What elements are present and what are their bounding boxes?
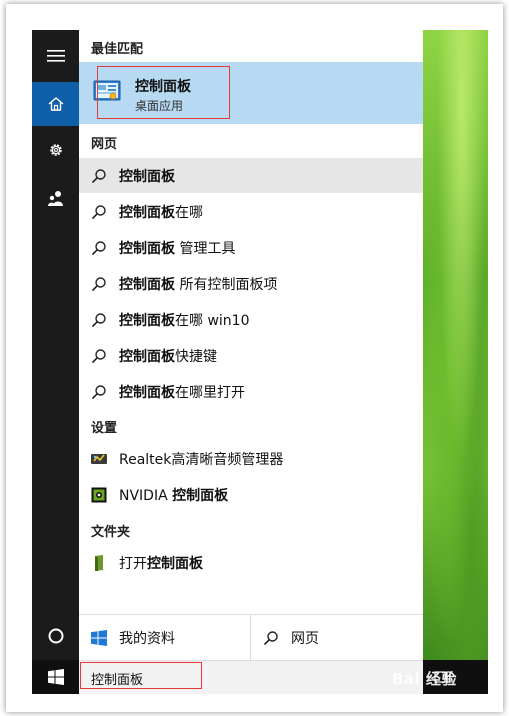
web-suggestion-item[interactable]: 控制面板在哪 — [79, 194, 423, 229]
cortana-circle-icon — [48, 628, 63, 644]
web-suggestion-bold: 控制面板 — [119, 204, 175, 221]
people-icon — [47, 191, 63, 206]
folder-icon — [95, 554, 103, 571]
search-icon — [91, 168, 106, 183]
web-suggestion-rest: 管理工具 — [175, 240, 236, 257]
baidu-jingyan-watermark: Bai 经验 — [392, 670, 457, 688]
web-suggestion-bold: 控制面板 — [119, 168, 175, 185]
best-match-heading: 最佳匹配 — [91, 42, 144, 57]
web-suggestion-rest: 在哪 win10 — [175, 312, 250, 329]
web-suggestion-item[interactable]: 控制面板 所有控制面板项 — [79, 266, 423, 301]
folder-item-bold: 控制面板 — [147, 555, 203, 572]
search-icon — [91, 312, 106, 327]
cortana-button[interactable] — [32, 614, 79, 658]
desktop-wallpaper — [423, 30, 488, 660]
folder-item-open-control-panel[interactable]: 打开控制面板 — [79, 545, 423, 580]
search-icon — [91, 348, 106, 363]
realtek-speaker-icon — [91, 453, 107, 464]
search-icon — [263, 631, 278, 646]
search-icon — [91, 384, 106, 399]
search-icon — [91, 276, 106, 291]
web-suggestion-bold: 控制面板 — [119, 240, 175, 257]
menu-button[interactable] — [32, 34, 79, 78]
web-suggestion-bold: 控制面板 — [119, 348, 175, 365]
web-suggestion-bold: 控制面板 — [119, 312, 175, 329]
settings-item-bold: 控制面板 — [172, 487, 229, 504]
search-icon — [91, 240, 106, 255]
home-icon — [48, 97, 63, 111]
annotation-highlight-best-match — [97, 66, 230, 119]
annotation-highlight-search-box — [80, 662, 202, 689]
web-scope-button[interactable]: 网页 — [251, 615, 423, 661]
settings-button[interactable] — [32, 128, 79, 172]
settings-heading: 设置 — [91, 421, 118, 436]
web-suggestion-item[interactable]: 控制面板 管理工具 — [79, 230, 423, 265]
gear-icon — [49, 144, 62, 156]
web-suggestion-rest: 在哪里打开 — [175, 384, 245, 401]
my-stuff-button[interactable]: 我的资料 — [79, 615, 250, 661]
start-button[interactable] — [32, 660, 79, 694]
hamburger-menu-icon — [46, 50, 65, 62]
start-left-rail — [32, 30, 79, 660]
nvidia-icon — [91, 487, 107, 502]
windows-logo-icon — [47, 669, 64, 685]
web-suggestion-bold: 控制面板 — [119, 276, 175, 293]
settings-item-prefix: NVIDIA — [119, 487, 173, 504]
web-suggestion-item[interactable]: 控制面板 — [79, 158, 423, 193]
web-suggestion-item[interactable]: 控制面板在哪里打开 — [79, 374, 423, 409]
folders-heading: 文件夹 — [91, 525, 131, 540]
web-scope-label: 网页 — [291, 631, 319, 647]
my-stuff-label: 我的资料 — [119, 631, 175, 647]
windows-logo-icon — [91, 630, 107, 646]
web-suggestion-bold: 控制面板 — [119, 384, 175, 401]
search-results-panel: 最佳匹配 控制面板 桌面应用 网页 控制面板 控制面板在哪 控制面板 管理工具 … — [79, 30, 423, 661]
web-suggestion-rest: 快捷键 — [175, 348, 217, 365]
home-button[interactable] — [32, 82, 79, 126]
search-scope-bar: 我的资料 网页 — [79, 614, 423, 661]
folder-item-prefix: 打开 — [119, 555, 147, 572]
settings-item-realtek[interactable]: Realtek高清晰音频管理器 — [79, 441, 423, 476]
screenshot-frame: 最佳匹配 控制面板 桌面应用 网页 控制面板 控制面板在哪 控制面板 管理工具 … — [6, 4, 503, 712]
settings-item-nvidia[interactable]: NVIDIA 控制面板 — [79, 477, 423, 512]
web-suggestion-rest: 所有控制面板项 — [175, 276, 278, 293]
web-heading: 网页 — [91, 137, 118, 152]
web-suggestion-item[interactable]: 控制面板快捷键 — [79, 338, 423, 373]
search-icon — [91, 204, 106, 219]
feedback-button[interactable] — [32, 176, 79, 220]
web-suggestion-rest: 在哪 — [175, 204, 203, 221]
settings-item-prefix: Realtek高清晰音频管理器 — [119, 451, 284, 468]
web-suggestion-item[interactable]: 控制面板在哪 win10 — [79, 302, 423, 337]
desktop-screen: 最佳匹配 控制面板 桌面应用 网页 控制面板 控制面板在哪 控制面板 管理工具 … — [32, 30, 488, 694]
